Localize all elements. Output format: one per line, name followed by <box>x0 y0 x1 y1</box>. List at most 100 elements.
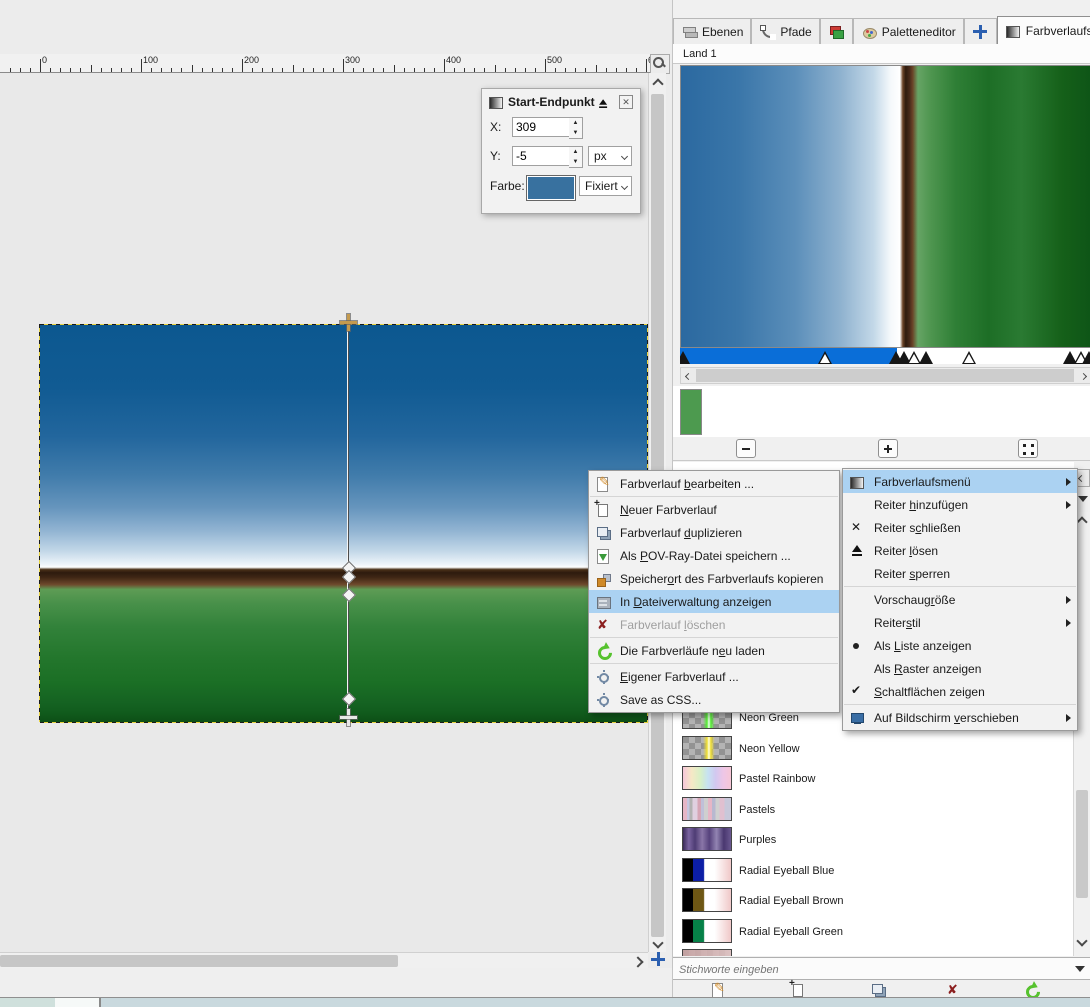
scroll-up-icon[interactable] <box>1076 516 1087 527</box>
preview-scrollbar[interactable] <box>680 367 1090 384</box>
y-input[interactable] <box>512 146 572 166</box>
delete-gradient-button[interactable] <box>945 982 962 998</box>
gradient-list-item[interactable]: Neon Yellow <box>673 734 1074 764</box>
close-icon[interactable]: ✕ <box>619 95 633 109</box>
menu-item-farbverlauf-bearbeiten[interactable]: Farbverlauf bearbeiten ... <box>589 472 839 495</box>
tab-farbverlaufseditor[interactable]: Farbverlaufseditor <box>997 16 1090 44</box>
ruler-label: 200 <box>244 55 259 65</box>
menu-item-farbverlauf-duplizieren[interactable]: Farbverlauf duplizieren <box>589 521 839 544</box>
edit-gradient-button[interactable] <box>710 982 727 998</box>
gradient-name-label: Pastels <box>739 804 775 816</box>
canvas-horizontal-scrollbar[interactable] <box>0 952 648 969</box>
color-mode-select[interactable]: Fixiert <box>579 176 632 196</box>
white-marker[interactable] <box>818 351 832 364</box>
menu-item-farbverlauf-l-schen[interactable]: Farbverlauf löschen <box>589 613 839 636</box>
tab-pfade[interactable]: Pfade <box>751 18 819 44</box>
ruler-tick <box>242 59 243 72</box>
panel-dropdown-icon[interactable] <box>1078 496 1088 502</box>
preview-scroll-thumb[interactable] <box>696 369 1074 382</box>
list-scroll-thumb[interactable] <box>1076 790 1088 898</box>
y-spinner[interactable]: ▲▼ <box>569 146 583 168</box>
tab-ebenen[interactable]: Ebenen <box>673 18 751 44</box>
gradient-list-item[interactable]: Radial Eyeball Green <box>673 917 1074 947</box>
x-input[interactable] <box>512 117 572 137</box>
gradient-start-handle[interactable] <box>340 314 357 331</box>
black-marker[interactable] <box>1082 351 1090 364</box>
ruler-tick <box>151 68 152 72</box>
gradient-name-row[interactable]: Land 1 <box>673 44 1090 64</box>
gradient-list-item[interactable] <box>673 947 1074 956</box>
detach-icon[interactable] <box>597 98 611 111</box>
filter-dropdown-icon[interactable] <box>1075 966 1085 972</box>
canvas-image[interactable] <box>40 325 647 722</box>
zoom-follow-window-button[interactable] <box>650 54 670 74</box>
menu-item-farbverlaufsmen[interactable]: Farbverlaufsmenü <box>843 470 1077 493</box>
black-marker[interactable] <box>919 351 933 364</box>
tag-filter-input[interactable] <box>677 960 1061 979</box>
gradient-marker-strip[interactable] <box>680 348 1090 364</box>
gears-icon <box>595 692 612 708</box>
menu-item-reiter-hinzuf-gen[interactable]: Reiter hinzufügen <box>843 493 1077 516</box>
menu-item-neuer-farbverlauf[interactable]: Neuer Farbverlauf <box>589 498 839 521</box>
duplicate-gradient-button[interactable] <box>870 982 887 998</box>
gradient-list-item[interactable]: Pastel Rainbow <box>673 764 1074 794</box>
menu-item-eigener-farbverlauf[interactable]: Eigener Farbverlauf ... <box>589 665 839 688</box>
menu-item-als-raster-anzeigen[interactable]: Als Raster anzeigen <box>843 657 1077 680</box>
tab-move[interactable] <box>964 18 997 44</box>
zoom-fit-button[interactable] <box>1018 439 1038 458</box>
gradient-list-item[interactable]: Pastels <box>673 795 1074 825</box>
ruler-tick <box>212 68 213 72</box>
menu-item-reiter-sperren[interactable]: Reiter sperren <box>843 562 1077 585</box>
ruler-tick <box>91 65 92 72</box>
zoom-in-button[interactable] <box>878 439 898 458</box>
zoom-out-button[interactable] <box>736 439 756 458</box>
current-color-swatch[interactable] <box>680 389 702 435</box>
menu-item-in-dateiverwaltung-anzeigen[interactable]: In Dateiverwaltung anzeigen <box>589 590 839 613</box>
menu-item-save-as-css[interactable]: Save as CSS... <box>589 688 839 711</box>
gradient-tool-line[interactable] <box>347 322 349 717</box>
menu-item-schaltfl-chen-zeigen[interactable]: Schaltflächen zeigen <box>843 680 1077 703</box>
tab-paletteneditor[interactable]: Paletteneditor <box>853 18 964 44</box>
horizontal-scroll-thumb[interactable] <box>0 955 398 967</box>
x-spinner[interactable]: ▲▼ <box>569 117 583 139</box>
scroll-down-icon[interactable] <box>652 937 663 948</box>
scroll-left-button[interactable] <box>682 371 694 381</box>
dialog-title-row[interactable]: Start-Endpunkt <box>488 94 595 110</box>
unit-select[interactable]: px <box>588 146 632 166</box>
menu-item-reiterstil[interactable]: Reiterstil <box>843 611 1077 634</box>
gradient-list-item[interactable]: Purples <box>673 825 1074 855</box>
black-marker[interactable] <box>680 351 690 364</box>
ruler-tick <box>202 68 203 72</box>
refresh-gradients-button[interactable] <box>1023 982 1040 998</box>
ruler-tick <box>606 68 607 72</box>
endpoint-color-swatch[interactable] <box>526 175 576 201</box>
gradient-list-item[interactable]: Radial Eyeball Blue <box>673 856 1074 886</box>
menu-item-als-liste-anzeigen[interactable]: Als Liste anzeigen <box>843 634 1077 657</box>
scroll-up-icon[interactable] <box>652 78 663 89</box>
scroll-right-icon[interactable] <box>632 956 643 967</box>
current-color-row <box>673 386 1090 437</box>
pan-view-button[interactable] <box>650 951 667 968</box>
menu-item-vorschaugr-e[interactable]: Vorschaugröße <box>843 588 1077 611</box>
new-gradient-button[interactable] <box>790 982 807 998</box>
menu-item-die-farbverl-ufe-neu-laden[interactable]: Die Farbverläufe neu laden <box>589 639 839 662</box>
horizontal-ruler[interactable]: 0100200300400500600 <box>0 54 651 73</box>
tab-channels[interactable] <box>820 18 853 44</box>
channels-icon <box>828 24 845 40</box>
menu-item-label: Farbverlauf löschen <box>620 618 833 632</box>
gradient-end-handle[interactable] <box>340 709 357 726</box>
menu-item-reiter-l-sen[interactable]: Reiter lösen <box>843 539 1077 562</box>
menu-icon-spacer <box>849 661 866 677</box>
white-marker[interactable] <box>962 351 976 364</box>
menu-item-auf-bildschirm-verschieben[interactable]: Auf Bildschirm verschieben <box>843 706 1077 729</box>
gradient-preview[interactable] <box>680 65 1090 348</box>
ruler-tick <box>616 68 617 72</box>
menu-item-als-pov-ray-datei-speichern[interactable]: Als POV-Ray-Datei speichern ... <box>589 544 839 567</box>
selected-segment[interactable] <box>680 348 897 364</box>
gradient-list-item[interactable]: Radial Eyeball Brown <box>673 886 1074 916</box>
menu-item-reiter-schlie-en[interactable]: Reiter schließen <box>843 516 1077 539</box>
scroll-right-button[interactable] <box>1077 371 1089 381</box>
menu-item-label: Reiter lösen <box>874 544 1071 558</box>
scroll-down-icon[interactable] <box>1076 935 1087 946</box>
menu-item-speicherort-des-farbverlaufs-kopieren[interactable]: Speicherort des Farbverlaufs kopieren <box>589 567 839 590</box>
